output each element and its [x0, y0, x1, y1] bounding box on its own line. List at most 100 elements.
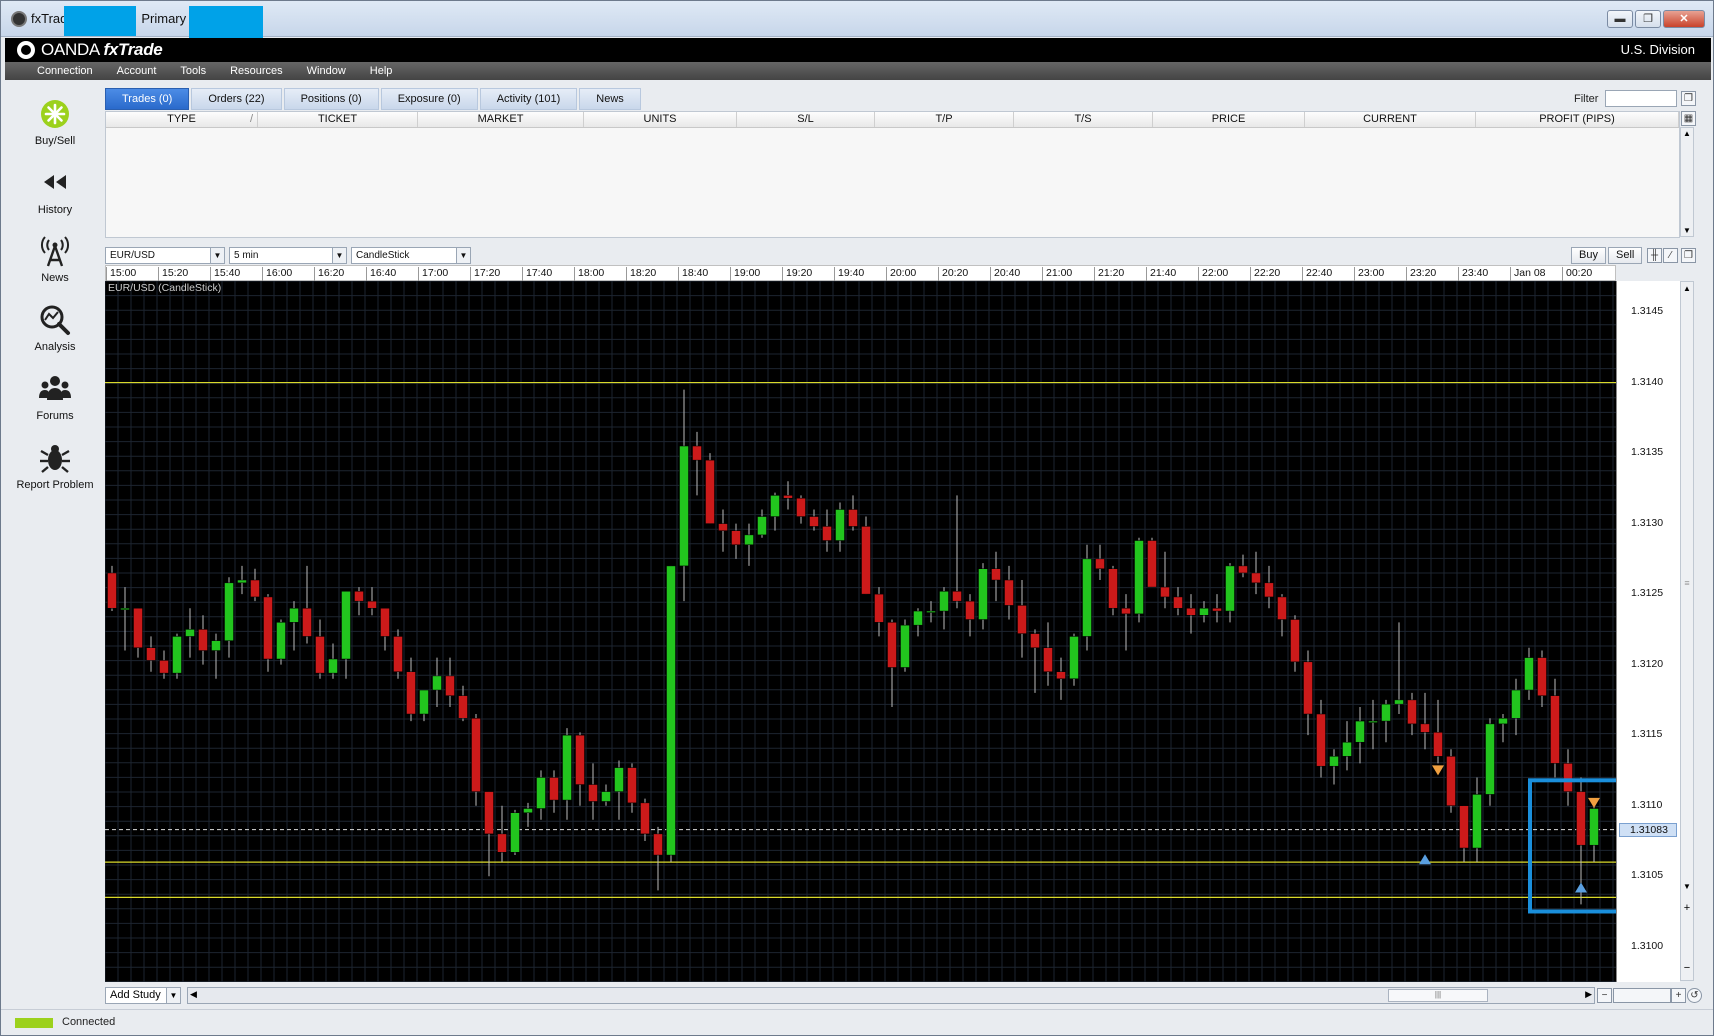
tab-positions[interactable]: Positions (0)	[283, 88, 379, 110]
connection-indicator	[15, 1018, 53, 1028]
sidebar-item-buy-sell[interactable]: Buy/Sell	[5, 89, 105, 155]
tab-news[interactable]: News	[579, 88, 641, 110]
zoom-in-button[interactable]: +	[1671, 988, 1686, 1003]
candle-down	[575, 734, 585, 785]
chevron-down-icon: ▼	[332, 248, 346, 263]
price-tick-label: 1.3100	[1631, 939, 1664, 952]
menu-window[interactable]: Window	[295, 62, 358, 80]
detach-chart-icon[interactable]: ❐	[1681, 248, 1696, 263]
candle-down	[263, 596, 273, 660]
candle-up	[1524, 657, 1534, 691]
candle-down	[1251, 572, 1261, 584]
filter-input[interactable]	[1605, 90, 1677, 107]
chevron-down-icon: ▼	[166, 988, 180, 1003]
price-axis: 1.31083 1.3145 1.3140 1.3135 1.3130 1.3125 1.…	[1616, 281, 1680, 982]
buy-sell-icon	[41, 100, 69, 128]
scroll-thumb[interactable]: |||	[1388, 989, 1488, 1002]
menu-resources[interactable]: Resources	[218, 62, 295, 80]
candle-down	[1277, 596, 1287, 620]
scroll-down-arrow-icon[interactable]: ▼	[1681, 226, 1693, 235]
candle-down	[1212, 607, 1222, 612]
candle-down	[107, 572, 117, 609]
current-price-label: 1.31083	[1619, 822, 1677, 837]
scroll-down-arrow-icon[interactable]: ▼	[1681, 882, 1693, 891]
column-header-trailing-stop[interactable]: T/S	[1014, 112, 1153, 127]
column-header-market[interactable]: MARKET	[418, 112, 584, 127]
add-study-select[interactable]: Add Study ▼	[105, 987, 181, 1004]
reset-chart-icon[interactable]: ↺	[1687, 988, 1702, 1003]
close-button[interactable]: ✕	[1663, 10, 1705, 28]
instrument-select[interactable]: EUR/USD ▼	[105, 247, 225, 264]
sidebar-item-history[interactable]: History	[5, 158, 105, 224]
candle-down	[302, 607, 312, 637]
buy-button[interactable]: Buy	[1571, 247, 1606, 264]
status-bar: Connected	[1, 1009, 1713, 1035]
oanda-logo-icon	[17, 41, 35, 59]
detach-panel-icon[interactable]: ❐	[1681, 91, 1696, 106]
column-header-current[interactable]: CURRENT	[1305, 112, 1476, 127]
minimize-button[interactable]: ▬	[1607, 10, 1633, 28]
scroll-up-arrow-icon[interactable]: ▲	[1681, 129, 1693, 138]
trade-panel-tabs: Trades (0) Orders (22) Positions (0) Exp…	[105, 88, 641, 110]
candle-down	[133, 607, 143, 648]
column-header-profit[interactable]: PROFIT (PIPS)	[1476, 112, 1679, 127]
time-tick-label: Jan 08	[1510, 267, 1546, 281]
candlestick-chart[interactable]: EUR/USD (CandleStick)	[105, 281, 1616, 982]
chart-bottom-bar: Add Study ▼ ◀ ||| ▶ − + ↺	[105, 987, 1702, 1004]
candle-down	[796, 497, 806, 517]
sidebar-item-analysis[interactable]: Analysis	[5, 295, 105, 361]
column-header-ticket[interactable]: TICKET	[258, 112, 418, 127]
candle-down	[731, 530, 741, 546]
maximize-button[interactable]: ❐	[1635, 10, 1661, 28]
menu-account[interactable]: Account	[105, 62, 169, 80]
tab-trades[interactable]: Trades (0)	[105, 88, 190, 110]
zoom-out-button[interactable]: −	[1597, 988, 1612, 1003]
column-header-take-profit[interactable]: T/P	[875, 112, 1014, 127]
candle-down	[445, 675, 455, 696]
menu-help[interactable]: Help	[358, 62, 405, 80]
price-tick-label: 1.3145	[1631, 305, 1664, 318]
scroll-grip-icon[interactable]: ≡	[1681, 578, 1693, 588]
chart-horizontal-scrollbar[interactable]: ◀ ||| ▶	[187, 987, 1595, 1004]
zoom-out-vertical-icon[interactable]: −	[1681, 962, 1693, 974]
time-tick-label: 22:40	[1302, 267, 1332, 281]
scroll-up-arrow-icon[interactable]: ▲	[1681, 284, 1693, 293]
candle-up	[1199, 607, 1209, 616]
price-tick-label: 1.3125	[1631, 587, 1664, 600]
tab-activity[interactable]: Activity (101)	[479, 88, 578, 110]
column-header-units[interactable]: UNITS	[584, 112, 737, 127]
sidebar-item-news[interactable]: News	[5, 226, 105, 292]
candle-down	[1316, 713, 1326, 767]
column-settings-icon[interactable]: ▦	[1681, 111, 1696, 126]
granularity-select[interactable]: 5 min ▼	[229, 247, 347, 264]
scroll-right-arrow-icon[interactable]: ▶	[1585, 989, 1592, 1000]
candle-down	[874, 593, 884, 623]
sell-button[interactable]: Sell	[1608, 247, 1643, 264]
candle-down	[1108, 568, 1118, 609]
chart-style-select[interactable]: CandleStick ▼	[351, 247, 471, 264]
candle-down	[809, 516, 819, 527]
sidebar-item-forums[interactable]: Forums	[5, 364, 105, 430]
time-tick-label: 18:40	[678, 267, 708, 281]
tab-orders[interactable]: Orders (22)	[191, 88, 282, 110]
zoom-in-vertical-icon[interactable]: +	[1681, 902, 1693, 914]
tab-exposure[interactable]: Exposure (0)	[380, 88, 478, 110]
zoom-slider[interactable]	[1613, 988, 1671, 1003]
candle-down	[458, 695, 468, 719]
history-icon	[44, 175, 66, 189]
draw-line-icon[interactable]: ⁄	[1663, 248, 1678, 263]
chart-vertical-scrollbar[interactable]: ▲ ≡ ▼ + −	[1680, 281, 1694, 981]
column-header-stop-loss[interactable]: S/L	[737, 112, 875, 127]
scroll-left-arrow-icon[interactable]: ◀	[190, 989, 197, 1000]
candle-up	[1355, 720, 1365, 743]
candle-up	[1329, 756, 1339, 767]
column-header-price[interactable]: PRICE	[1153, 112, 1305, 127]
menu-connection[interactable]: Connection	[25, 62, 105, 80]
sidebar-item-report-problem[interactable]: Report Problem	[5, 433, 105, 499]
candle-down	[1459, 805, 1469, 849]
brand-logo: OANDA fxTrade	[41, 40, 163, 59]
column-header-type[interactable]: TYPE /	[106, 112, 258, 127]
menu-tools[interactable]: Tools	[168, 62, 218, 80]
trades-vertical-scrollbar[interactable]: ▲ ▼	[1680, 127, 1694, 237]
indicator-icon[interactable]: ╫	[1647, 248, 1662, 263]
